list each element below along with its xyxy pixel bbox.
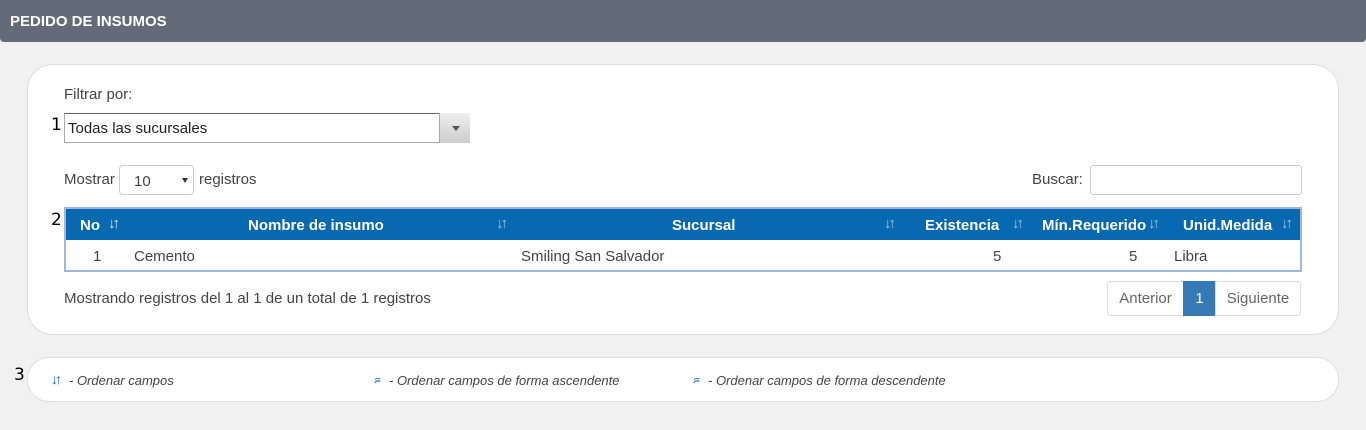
sort-both-icon: ↓↑ xyxy=(51,371,62,387)
sort-both-icon[interactable]: ↓↑ xyxy=(884,215,896,232)
caret-down-icon xyxy=(182,178,188,183)
page-1-button[interactable]: 1 xyxy=(1183,281,1216,316)
sort-asc-icon[interactable]: ↓↑ xyxy=(108,215,120,232)
chevron-down-icon[interactable] xyxy=(439,113,470,143)
column-header-unit[interactable]: Unid.Medida xyxy=(1183,217,1272,234)
table-header: No ↓↑ Nombre de insumo ↓↑ Sucursal ↓↑ Ex… xyxy=(66,209,1300,240)
branch-filter-value: Todas las sucursales xyxy=(68,120,208,137)
cell-min-required: 5 xyxy=(1129,248,1138,265)
length-suffix-label: registros xyxy=(199,171,257,188)
pagination: Anterior 1 Siguiente xyxy=(1107,281,1301,316)
length-prefix-label: Mostrar xyxy=(64,171,115,188)
page-header: PEDIDO DE INSUMOS xyxy=(0,0,1366,42)
sort-both-icon[interactable]: ↓↑ xyxy=(1281,215,1293,232)
marker-3: 3 xyxy=(14,365,25,385)
search-label: Buscar: xyxy=(1032,171,1083,188)
cell-stock: 5 xyxy=(993,248,1002,265)
sort-asc-icon: ↓≡ xyxy=(373,375,381,385)
column-header-stock[interactable]: Existencia xyxy=(925,217,999,234)
sort-both-icon[interactable]: ↓↑ xyxy=(1148,215,1160,232)
table-info: Mostrando registros del 1 al 1 de un tot… xyxy=(64,290,431,307)
marker-2: 2 xyxy=(51,210,62,230)
sort-both-icon[interactable]: ↓↑ xyxy=(1012,215,1024,232)
next-page-button[interactable]: Siguiente xyxy=(1215,281,1301,316)
page-title: PEDIDO DE INSUMOS xyxy=(10,13,167,30)
branch-filter-select[interactable]: Todas las sucursales xyxy=(64,113,470,143)
legend-sort-desc-text: - Ordenar campos de forma descendente xyxy=(708,373,946,388)
column-header-name[interactable]: Nombre de insumo xyxy=(248,217,384,234)
sort-legend: ↓↑ - Ordenar campos ↓≡ - Ordenar campos … xyxy=(27,357,1339,402)
previous-page-button[interactable]: Anterior xyxy=(1107,281,1184,316)
legend-sort-both-text: - Ordenar campos xyxy=(69,373,174,388)
cell-unit: Libra xyxy=(1174,248,1208,265)
search-input[interactable] xyxy=(1090,165,1302,195)
sort-both-icon[interactable]: ↓↑ xyxy=(496,215,508,232)
column-header-no[interactable]: No xyxy=(80,217,100,234)
table-row[interactable]: 1 Cemento Smiling San Salvador 5 5 Libra xyxy=(66,240,1300,270)
column-header-min-required[interactable]: Mín.Requerido xyxy=(1042,217,1146,234)
supplies-table: No ↓↑ Nombre de insumo ↓↑ Sucursal ↓↑ Ex… xyxy=(64,207,1302,272)
sort-desc-icon: ↓≡ xyxy=(692,375,700,385)
legend-sort-asc-text: - Ordenar campos de forma ascendente xyxy=(389,373,620,388)
page-length-value: 10 xyxy=(134,173,151,190)
page-length-select[interactable]: 10 xyxy=(119,165,194,195)
cell-name: Cemento xyxy=(134,248,195,265)
filter-label: Filtrar por: xyxy=(64,86,133,103)
marker-1: 1 xyxy=(51,115,62,135)
cell-no: 1 xyxy=(93,248,102,265)
column-header-branch[interactable]: Sucursal xyxy=(672,217,735,234)
cell-branch: Smiling San Salvador xyxy=(521,248,665,265)
